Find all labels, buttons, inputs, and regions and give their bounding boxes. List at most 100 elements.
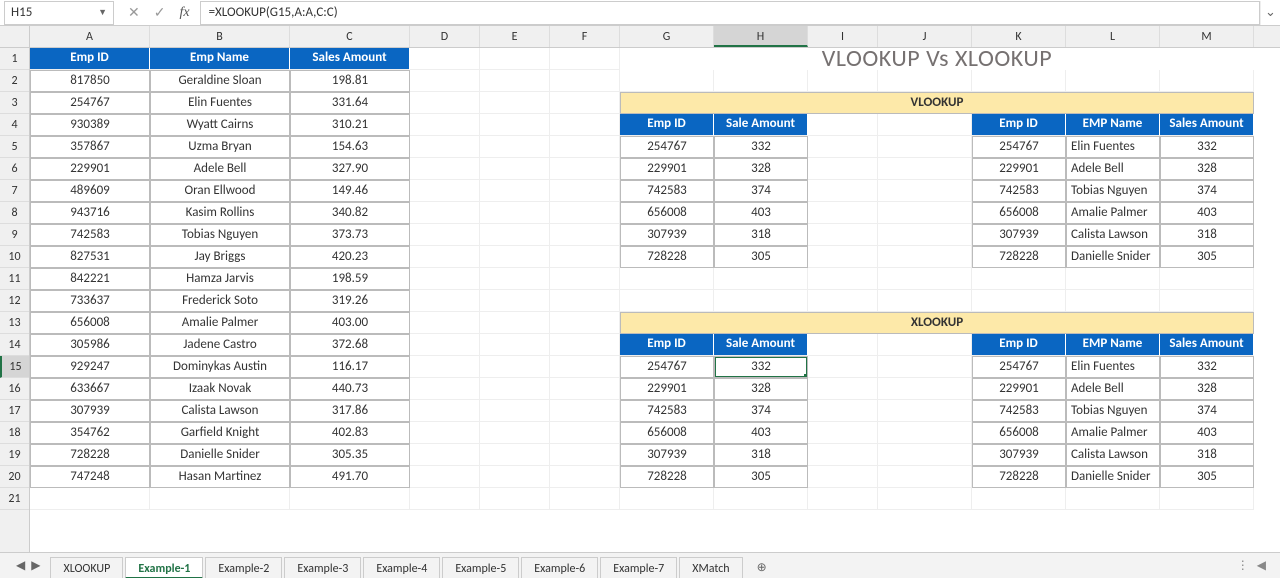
- cell-H11[interactable]: [714, 268, 808, 290]
- cell-I14[interactable]: [808, 334, 878, 356]
- cell-L18[interactable]: Amalie Palmer: [1066, 422, 1160, 444]
- cell-C11[interactable]: 198.59: [290, 268, 410, 290]
- cell-J19[interactable]: [878, 444, 972, 466]
- row-header-11[interactable]: 11: [0, 268, 29, 290]
- cell-F16[interactable]: [550, 378, 620, 400]
- cell-E19[interactable]: [480, 444, 550, 466]
- cell-A14[interactable]: 305986: [30, 334, 150, 356]
- cell-I18[interactable]: [808, 422, 878, 444]
- cell-M4[interactable]: Sales Amount: [1160, 114, 1254, 136]
- cell-A1[interactable]: Emp ID: [30, 48, 150, 70]
- cell-K8[interactable]: 656008: [972, 202, 1066, 224]
- column-header-A[interactable]: A: [30, 26, 150, 47]
- cell-J11[interactable]: [878, 268, 972, 290]
- cell-D1[interactable]: [410, 48, 480, 70]
- cell-E5[interactable]: [480, 136, 550, 158]
- cell-H2[interactable]: [714, 70, 808, 92]
- cell-H16[interactable]: 328: [714, 378, 808, 400]
- row-header-12[interactable]: 12: [0, 290, 29, 312]
- cell-C9[interactable]: 373.73: [290, 224, 410, 246]
- cell-K11[interactable]: [972, 268, 1066, 290]
- cell-M15[interactable]: 332: [1160, 356, 1254, 378]
- add-sheet-button[interactable]: ⊕: [745, 557, 779, 578]
- cell-B12[interactable]: Frederick Soto: [150, 290, 290, 312]
- cell-B21[interactable]: [150, 488, 290, 510]
- cell-B9[interactable]: Tobias Nguyen: [150, 224, 290, 246]
- sheet-tab-example-7[interactable]: Example-7: [600, 557, 677, 578]
- cell-L7[interactable]: Tobias Nguyen: [1066, 180, 1160, 202]
- cell-G5[interactable]: 254767: [620, 136, 714, 158]
- cell-J2[interactable]: [878, 70, 972, 92]
- cell-K16[interactable]: 229901: [972, 378, 1066, 400]
- cell-M5[interactable]: 332: [1160, 136, 1254, 158]
- column-header-L[interactable]: L: [1066, 26, 1160, 47]
- formula-input[interactable]: =XLOOKUP(G15,A:A,C:C): [200, 1, 1260, 25]
- cell-H4[interactable]: Sale Amount: [714, 114, 808, 136]
- cell-F20[interactable]: [550, 466, 620, 488]
- row-header-2[interactable]: 2: [0, 70, 29, 92]
- cell-G16[interactable]: 229901: [620, 378, 714, 400]
- cell-L11[interactable]: [1066, 268, 1160, 290]
- cell-F5[interactable]: [550, 136, 620, 158]
- cell-M11[interactable]: [1160, 268, 1254, 290]
- cell-C17[interactable]: 317.86: [290, 400, 410, 422]
- cell-K21[interactable]: [972, 488, 1066, 510]
- cell-G17[interactable]: 742583: [620, 400, 714, 422]
- cell-M21[interactable]: [1160, 488, 1254, 510]
- cell-C13[interactable]: 403.00: [290, 312, 410, 334]
- cell-I6[interactable]: [808, 158, 878, 180]
- cell-F6[interactable]: [550, 158, 620, 180]
- cell-E9[interactable]: [480, 224, 550, 246]
- sheet-tab-xmatch[interactable]: XMatch: [679, 557, 742, 578]
- cell-H10[interactable]: 305: [714, 246, 808, 268]
- row-header-17[interactable]: 17: [0, 400, 29, 422]
- cell-H20[interactable]: 305: [714, 466, 808, 488]
- cell-C2[interactable]: 198.81: [290, 70, 410, 92]
- cell-L21[interactable]: [1066, 488, 1160, 510]
- cell-K2[interactable]: [972, 70, 1066, 92]
- cell-L4[interactable]: EMP Name: [1066, 114, 1160, 136]
- cell-C5[interactable]: 154.63: [290, 136, 410, 158]
- cell-A15[interactable]: 929247: [30, 356, 150, 378]
- cell-G9[interactable]: 307939: [620, 224, 714, 246]
- cell-F12[interactable]: [550, 290, 620, 312]
- cell-D2[interactable]: [410, 70, 480, 92]
- cell-E1[interactable]: [480, 48, 550, 70]
- cell-K10[interactable]: 728228: [972, 246, 1066, 268]
- cell-F7[interactable]: [550, 180, 620, 202]
- cell-E6[interactable]: [480, 158, 550, 180]
- cell-J6[interactable]: [878, 158, 972, 180]
- cell-D21[interactable]: [410, 488, 480, 510]
- tab-nav-next-icon[interactable]: ▶: [31, 558, 40, 573]
- cell-J21[interactable]: [878, 488, 972, 510]
- row-header-8[interactable]: 8: [0, 202, 29, 224]
- cell-H9[interactable]: 318: [714, 224, 808, 246]
- cell-J8[interactable]: [878, 202, 972, 224]
- cell-I8[interactable]: [808, 202, 878, 224]
- cell-M16[interactable]: 328: [1160, 378, 1254, 400]
- column-header-C[interactable]: C: [290, 26, 410, 47]
- sheet-tab-xlookup[interactable]: XLOOKUP: [50, 557, 123, 578]
- cell-I2[interactable]: [808, 70, 878, 92]
- cell-J14[interactable]: [878, 334, 972, 356]
- row-header-4[interactable]: 4: [0, 114, 29, 136]
- cell-A11[interactable]: 842221: [30, 268, 150, 290]
- cell-B4[interactable]: Wyatt Cairns: [150, 114, 290, 136]
- cell-C6[interactable]: 327.90: [290, 158, 410, 180]
- cell-E11[interactable]: [480, 268, 550, 290]
- row-header-13[interactable]: 13: [0, 312, 29, 334]
- cell-A4[interactable]: 930389: [30, 114, 150, 136]
- cell-H15[interactable]: 332: [714, 356, 808, 378]
- tab-scroll-left-icon[interactable]: ◀: [1257, 558, 1266, 573]
- cell-J15[interactable]: [878, 356, 972, 378]
- cell-I12[interactable]: [808, 290, 878, 312]
- cell-M10[interactable]: 305: [1160, 246, 1254, 268]
- cell-D20[interactable]: [410, 466, 480, 488]
- cell-M2[interactable]: [1160, 70, 1254, 92]
- cell-I11[interactable]: [808, 268, 878, 290]
- cell-G13[interactable]: XLOOKUP: [620, 312, 1254, 334]
- cell-A19[interactable]: 728228: [30, 444, 150, 466]
- cell-E10[interactable]: [480, 246, 550, 268]
- cell-M12[interactable]: [1160, 290, 1254, 312]
- cell-E12[interactable]: [480, 290, 550, 312]
